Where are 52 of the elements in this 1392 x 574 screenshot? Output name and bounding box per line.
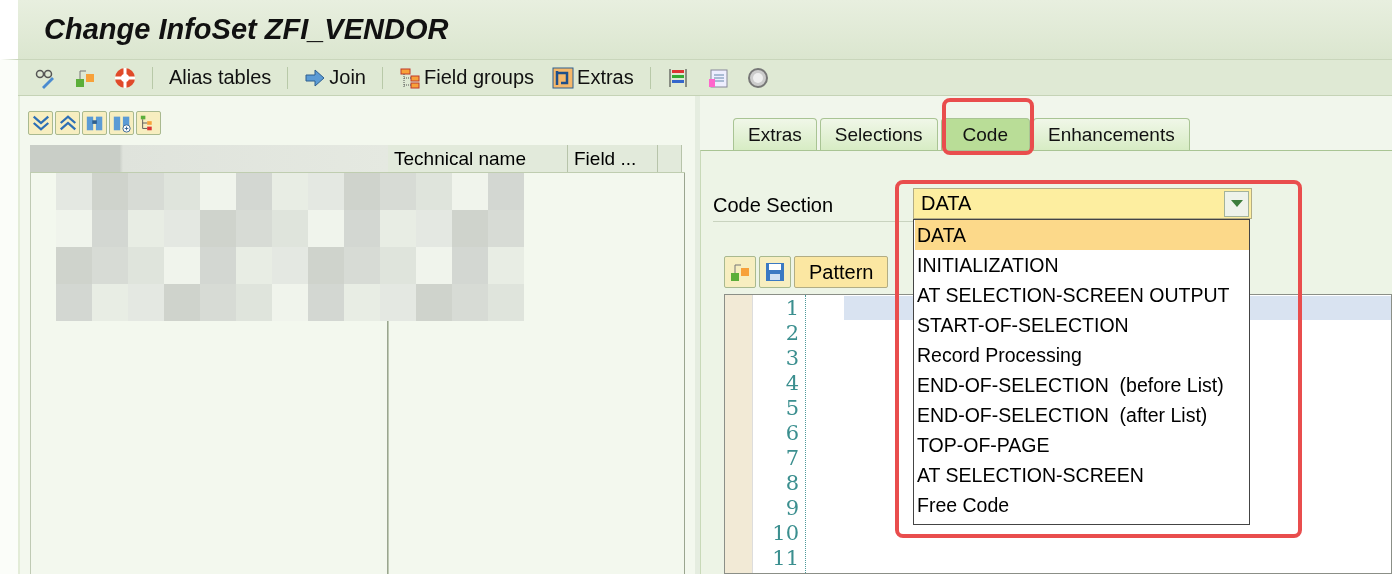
line-number: 7	[785, 446, 799, 471]
color-bars-icon	[666, 66, 689, 89]
line-number: 2	[785, 321, 799, 346]
line-number: 11	[772, 546, 799, 571]
dropdown-option[interactable]: Free Code	[915, 490, 1249, 520]
tree-button[interactable]	[136, 111, 161, 135]
save-button[interactable]	[759, 256, 791, 288]
column-header[interactable]: Technical name	[388, 145, 568, 172]
dropdown-option[interactable]: START-OF-SELECTION	[915, 310, 1249, 340]
find-button[interactable]	[82, 111, 107, 135]
document-icon	[706, 66, 729, 89]
dropdown-value: DATA	[921, 192, 972, 215]
hierarchy-button[interactable]	[724, 256, 756, 288]
line-number: 9	[785, 496, 799, 521]
toolbar-button[interactable]: Field groups	[393, 64, 541, 91]
dropdown-option[interactable]: INITIALIZATION	[915, 250, 1249, 280]
collapse-all-button[interactable]	[55, 111, 80, 135]
tab[interactable]: Code	[940, 118, 1030, 150]
dropdown-option[interactable]: END-OF-SELECTION (after List)	[915, 400, 1249, 430]
toolbar-button[interactable]: Alias tables	[163, 64, 278, 91]
line-number: 1	[785, 296, 799, 321]
bracket-icon	[552, 66, 575, 89]
tree-icon	[399, 66, 421, 89]
lifebuoy-icon	[114, 66, 136, 89]
arrow-right-icon	[304, 66, 327, 89]
line-number: 6	[785, 421, 799, 446]
tab[interactable]: Enhancements	[1032, 118, 1190, 150]
find-next-button[interactable]	[109, 111, 134, 135]
dropdown-option[interactable]: DATA	[915, 220, 1249, 250]
column-header[interactable]: Field ...	[568, 145, 658, 172]
dropdown-option[interactable]: Record Processing	[915, 340, 1249, 370]
circle-icon	[746, 66, 769, 89]
dropdown-option[interactable]: AT SELECTION-SCREEN OUTPUT	[915, 280, 1249, 310]
tab[interactable]: Selections	[819, 118, 938, 150]
line-number: 4	[785, 371, 799, 396]
dropdown-option[interactable]: END-OF-SELECTION (before List)	[915, 370, 1249, 400]
line-number: 3	[785, 346, 799, 371]
window-title: Change InfoSet ZFI_VENDOR	[44, 13, 449, 46]
caret-down-icon	[1230, 199, 1243, 208]
hierarchy-icon	[729, 261, 751, 283]
toolbar-button[interactable]: Extras	[546, 64, 640, 91]
expand-all-button[interactable]	[28, 111, 53, 135]
code-section-dropdown[interactable]: DATA	[913, 188, 1252, 219]
line-number: 10	[772, 521, 799, 546]
tab[interactable]: Extras	[733, 118, 817, 150]
dropdown-option[interactable]: TOP-OF-PAGE	[915, 430, 1249, 460]
line-number: 5	[785, 396, 799, 421]
pattern-button[interactable]: Pattern	[794, 256, 889, 288]
dropdown-option[interactable]: AT SELECTION-SCREEN	[915, 460, 1249, 490]
toolbar-button[interactable]: Join	[298, 64, 372, 91]
dropdown-button[interactable]	[1224, 190, 1249, 217]
line-number: 8	[785, 471, 799, 496]
